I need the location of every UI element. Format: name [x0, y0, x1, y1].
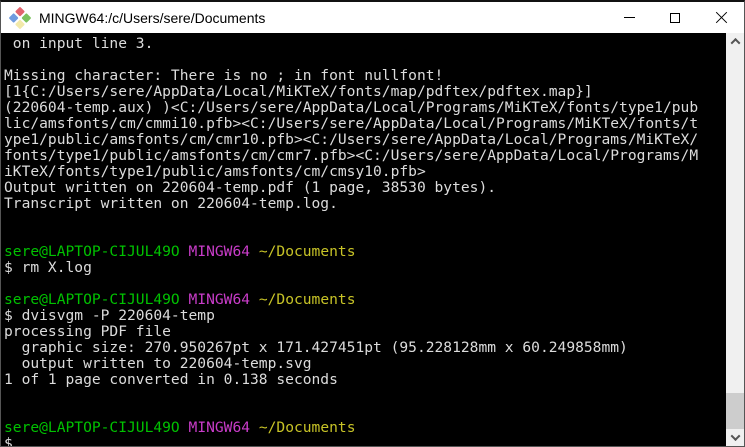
- terminal-text: $ rm X.log: [4, 259, 92, 276]
- terminal-line: on input line 3.: [4, 36, 726, 52]
- terminal-line: [1{C:/Users/sere/AppData/Local/MiKTeX/fo…: [4, 84, 726, 100]
- scrollbar-thumb[interactable]: [726, 393, 744, 429]
- prompt-user-host: sere@LAPTOP-CIJUL49O: [4, 243, 180, 260]
- terminal-line: lic/amsfonts/cm/cmmi10.pfb><C:/Users/ser…: [4, 116, 726, 132]
- terminal-text: Missing character: There is no ; in font…: [4, 67, 444, 84]
- terminal-line: graphic size: 270.950267pt x 171.427451p…: [4, 340, 726, 356]
- close-icon: [715, 11, 728, 24]
- terminal-line: ype1/public/amsfonts/cm/cmr10.pfb><C:/Us…: [4, 132, 726, 148]
- title-bar[interactable]: MINGW64:/c/Users/sere/Documents: [1, 2, 744, 33]
- terminal-text: [1{C:/Users/sere/AppData/Local/MiKTeX/fo…: [4, 83, 593, 100]
- maximize-button[interactable]: [652, 2, 698, 33]
- scrollbar[interactable]: [726, 33, 744, 446]
- terminal-line: (220604-temp.aux) )<C:/Users/sere/AppDat…: [4, 100, 726, 116]
- terminal-prompt-line: sere@LAPTOP-CIJUL49O MINGW64 ~/Documents: [4, 244, 726, 260]
- terminal-text: iKTeX/fonts/type1/public/amsfonts/cm/cms…: [4, 163, 426, 180]
- terminal-text: Transcript written on 220604-temp.log.: [4, 195, 338, 212]
- prompt-path: ~/Documents: [258, 243, 356, 260]
- scroll-down-button[interactable]: [726, 429, 744, 446]
- prompt-separator: [250, 419, 259, 436]
- terminal-line: Transcript written on 220604-temp.log.: [4, 196, 726, 212]
- chevron-up-icon: [730, 37, 740, 48]
- terminal-output[interactable]: on input line 3. Missing character: Ther…: [1, 33, 726, 446]
- msys2-app-icon: [8, 6, 32, 29]
- msys2-diamond-icon: [8, 6, 32, 29]
- window-controls: [606, 2, 744, 33]
- terminal-text: Output written on 220604-temp.pdf (1 pag…: [4, 179, 497, 196]
- prompt-separator: [180, 291, 189, 308]
- terminal-line: $ rm X.log: [4, 260, 726, 276]
- terminal-line: Output written on 220604-temp.pdf (1 pag…: [4, 180, 726, 196]
- terminal-text: ype1/public/amsfonts/cm/cmr10.pfb><C:/Us…: [4, 131, 699, 148]
- chevron-down-icon: [730, 431, 740, 442]
- terminal-line: $ dvisvgm -P 220604-temp: [4, 308, 726, 324]
- terminal-text: fonts/type1/public/amsfonts/cm/cmr7.pfb>…: [4, 147, 699, 164]
- terminal-text: on input line 3.: [4, 35, 154, 52]
- terminal-text: output written to 220604-temp.svg: [4, 355, 312, 372]
- terminal-line: processing PDF file: [4, 324, 726, 340]
- window-content: on input line 3. Missing character: Ther…: [1, 33, 744, 446]
- scroll-up-button[interactable]: [726, 33, 744, 50]
- prompt-user-host: sere@LAPTOP-CIJUL49O: [4, 419, 180, 436]
- prompt-path: ~/Documents: [258, 291, 356, 308]
- terminal-text: $: [4, 435, 22, 447]
- terminal-prompt-line: sere@LAPTOP-CIJUL49O MINGW64 ~/Documents: [4, 420, 726, 436]
- terminal-line: iKTeX/fonts/type1/public/amsfonts/cm/cms…: [4, 164, 726, 180]
- terminal-text: lic/amsfonts/cm/cmmi10.pfb><C:/Users/ser…: [4, 115, 699, 132]
- prompt-separator: [180, 419, 189, 436]
- terminal-line: $: [4, 435, 726, 447]
- terminal-line: Missing character: There is no ; in font…: [4, 68, 726, 84]
- terminal-text: $ dvisvgm -P 220604-temp: [4, 307, 215, 324]
- prompt-separator: [250, 243, 259, 260]
- prompt-msystem: MINGW64: [188, 243, 251, 260]
- terminal-prompt-line: sere@LAPTOP-CIJUL49O MINGW64 ~/Documents: [4, 292, 726, 308]
- terminal-line: 1 of 1 page converted in 0.138 seconds: [4, 372, 726, 388]
- prompt-path: ~/Documents: [258, 419, 356, 436]
- maximize-icon: [670, 12, 680, 23]
- prompt-separator: [180, 243, 189, 260]
- terminal-line: fonts/type1/public/amsfonts/cm/cmr7.pfb>…: [4, 148, 726, 164]
- window-title: MINGW64:/c/Users/sere/Documents: [39, 9, 266, 26]
- prompt-separator: [250, 291, 259, 308]
- prompt-msystem: MINGW64: [188, 419, 251, 436]
- terminal-line: output written to 220604-temp.svg: [4, 356, 726, 372]
- prompt-user-host: sere@LAPTOP-CIJUL49O: [4, 291, 180, 308]
- terminal-window: MINGW64:/c/Users/sere/Documents on input…: [0, 0, 745, 447]
- close-button[interactable]: [698, 2, 744, 33]
- minimize-icon: [623, 17, 635, 18]
- terminal-text: 1 of 1 page converted in 0.138 seconds: [4, 371, 338, 388]
- minimize-button[interactable]: [606, 2, 652, 33]
- terminal-text: graphic size: 270.950267pt x 171.427451p…: [4, 339, 628, 356]
- terminal-text: processing PDF file: [4, 323, 171, 340]
- terminal-text: (220604-temp.aux) )<C:/Users/sere/AppDat…: [4, 99, 699, 116]
- prompt-msystem: MINGW64: [188, 291, 251, 308]
